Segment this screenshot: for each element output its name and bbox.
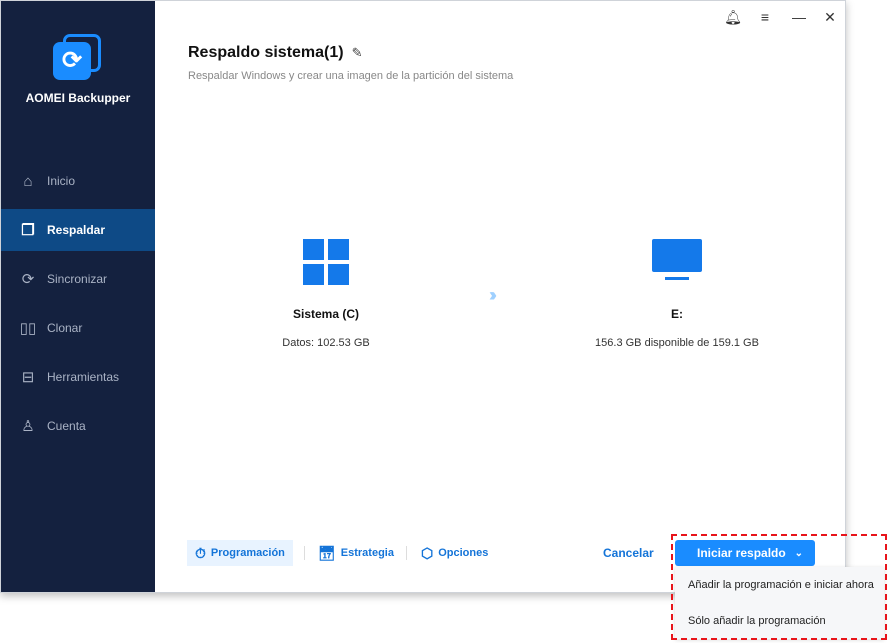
home-icon: ⌂ [23,172,33,190]
sidebar-item-inicio[interactable]: ⌂ Inicio [1,160,155,202]
cancel-button[interactable]: Cancelar [603,546,654,560]
clone-icon: ▯▯ [19,320,37,337]
sidebar-item-clonar[interactable]: ▯▯ Clonar [1,307,155,349]
sidebar-item-label: Cuenta [47,419,86,433]
destination-label: E: [671,307,683,321]
page-title: Respaldo sistema(1) ✎ [188,44,363,62]
sidebar-item-label: Sincronizar [47,272,108,286]
windows-icon [303,239,349,285]
destination-drive[interactable]: E: 156.3 GB disponible de 159.1 GB [557,239,797,349]
strategy-label: Estrategia [340,547,394,559]
backup-icon: ❐ [21,222,35,239]
sidebar-item-label: Respaldar [47,223,106,237]
calendar-icon: 📅︎ [318,544,336,561]
app-window: ⟳ AOMEI Backupper ⌂ Inicio ❐ Respaldar ⟳ Si… [0,0,846,593]
monitor-icon [652,239,702,285]
sidebar-item-herramientas[interactable]: ⊟ Herramientas [1,356,155,398]
sync-icon: ⟳ [21,271,35,288]
strategy-button[interactable]: 📅︎ Estrategia [310,540,402,566]
minimize-icon[interactable]: — [789,9,809,25]
close-icon[interactable]: ✕ [820,9,840,26]
source-partition[interactable]: Sistema (C) Datos: 102.53 GB [206,239,446,349]
divider [304,546,305,560]
sidebar-item-label: Herramientas [47,370,120,384]
user-icon: ♙ [21,418,35,435]
options-button[interactable]: ⬡ Opciones [413,540,496,566]
divider [406,546,407,560]
schedule-label: Programación [210,547,285,559]
source-detail: Datos: 102.53 GB [282,337,370,349]
source-label: Sistema (C) [292,307,360,321]
edit-icon[interactable]: ✎ [352,45,363,60]
schedule-button[interactable]: ⏱ Programación [187,540,293,566]
gear-icon: ⬡ [421,544,434,561]
sidebar-item-sincronizar[interactable]: ⟳ Sincronizar [1,258,155,300]
toolbox-icon: ⊟ [21,369,35,386]
sidebar-item-label: Clonar [47,321,83,335]
app-name: AOMEI Backupper [25,91,131,105]
menu-icon[interactable]: ≡ [755,9,775,25]
page-subtitle: Respaldar Windows y crear una imagen de … [188,70,514,82]
title-text: Respaldo sistema(1) [188,44,344,61]
bell-icon[interactable]: 🔔︎ [723,9,743,26]
destination-detail: 156.3 GB disponible de 159.1 GB [595,337,759,349]
sidebar-item-label: Inicio [47,174,76,188]
sidebar-item-cuenta[interactable]: ♙ Cuenta [1,405,155,447]
timer-icon: ⏱ [195,544,206,561]
sidebar-item-respaldar[interactable]: ❐ Respaldar [1,209,155,251]
options-label: Opciones [438,547,489,559]
arrow-right-icon: ››› [489,285,497,305]
app-logo-icon: ⟳ [53,34,101,80]
sidebar: ⟳ AOMEI Backupper ⌂ Inicio ❐ Respaldar ⟳ Si… [1,1,155,592]
highlight-box [671,534,887,640]
